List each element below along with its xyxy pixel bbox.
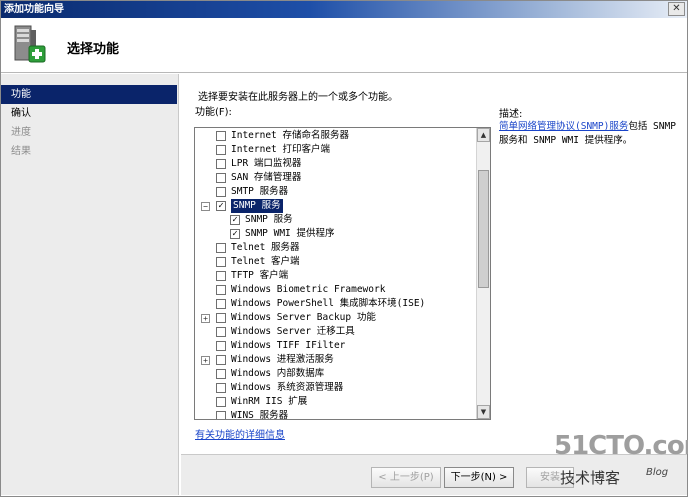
step-results: 结果 [11, 146, 31, 157]
feature-row[interactable]: Telnet 服务器 [195, 241, 475, 255]
feature-checkbox[interactable]: ✓ [216, 201, 226, 211]
add-features-wizard-window: 添加功能向导 ✕ 选择功能 功能 确认 进度 结果 选择要安装在此服务器上的一个… [0, 0, 688, 497]
feature-checkbox[interactable]: ✓ [230, 215, 240, 225]
feature-label: Internet 存储命名服务器 [231, 130, 349, 141]
feature-checkbox[interactable] [216, 341, 226, 351]
install-button[interactable]: 安装 [526, 467, 574, 488]
feature-row[interactable]: Windows TIFF IFilter [195, 339, 475, 353]
step-progress: 进度 [11, 127, 31, 138]
feature-label: LPR 端口监视器 [231, 158, 302, 169]
feature-checkbox[interactable] [216, 145, 226, 155]
description-text: 简单网络管理协议(SNMP)服务包括 SNMP 服务和 SNMP WMI 提供程… [499, 120, 677, 148]
feature-label: Windows 进程激活服务 [231, 354, 334, 365]
feature-row[interactable]: + Windows Server Backup 功能 [195, 311, 475, 325]
feature-row[interactable]: Telnet 客户端 [195, 255, 475, 269]
feature-label: SMTP 服务器 [231, 186, 289, 197]
feature-label: Windows Server Backup 功能 [231, 312, 376, 323]
feature-label: Internet 打印客户端 [231, 144, 330, 155]
feature-label: Windows TIFF IFilter [231, 340, 346, 351]
step-features[interactable]: 功能 [1, 85, 177, 104]
feature-row[interactable]: ✓ SNMP WMI 提供程序 [195, 227, 475, 241]
feature-row[interactable]: SAN 存储管理器 [195, 171, 475, 185]
feature-label: Telnet 服务器 [231, 242, 300, 253]
features-scrollbar[interactable]: ▲ ▼ [476, 128, 490, 419]
scrollbar-thumb[interactable] [478, 170, 489, 288]
feature-row[interactable]: WINS 服务器 [195, 409, 475, 420]
previous-button[interactable]: < 上一步(P) [371, 467, 441, 488]
feature-row[interactable]: Windows 系统资源管理器 [195, 381, 475, 395]
more-info-link[interactable]: 有关功能的详细信息 [195, 426, 285, 441]
feature-row[interactable]: LPR 端口监视器 [195, 157, 475, 171]
feature-checkbox[interactable] [216, 173, 226, 183]
instruction-text: 选择要安装在此服务器上的一个或多个功能。 [198, 92, 398, 103]
feature-row[interactable]: SMTP 服务器 [195, 185, 475, 199]
feature-checkbox[interactable] [216, 397, 226, 407]
page-title: 选择功能 [67, 42, 120, 57]
feature-row[interactable]: TFTP 客户端 [195, 269, 475, 283]
feature-label: TFTP 客户端 [231, 270, 289, 281]
feature-checkbox[interactable] [216, 411, 226, 419]
feature-checkbox[interactable] [216, 355, 226, 365]
window-title: 添加功能向导 [4, 4, 64, 15]
feature-row[interactable]: Internet 存储命名服务器 [195, 129, 475, 143]
feature-checkbox[interactable] [216, 327, 226, 337]
expand-icon[interactable]: + [201, 356, 210, 365]
feature-checkbox[interactable] [216, 159, 226, 169]
feature-label: SNMP 服务 [231, 199, 283, 213]
feature-row[interactable]: WinRM IIS 扩展 [195, 395, 475, 409]
feature-row[interactable]: Windows 内部数据库 [195, 367, 475, 381]
feature-label: WinRM IIS 扩展 [231, 396, 308, 407]
next-button[interactable]: 下一步(N) > [444, 467, 514, 488]
feature-checkbox[interactable] [216, 299, 226, 309]
feature-row[interactable]: Windows Biometric Framework [195, 283, 475, 297]
title-bar: 添加功能向导 ✕ [1, 1, 687, 18]
feature-label: SNMP 服务 [245, 214, 293, 225]
feature-row[interactable]: − ✓ SNMP 服务 [195, 199, 475, 213]
feature-checkbox[interactable]: ✓ [230, 229, 240, 239]
feature-checkbox[interactable] [216, 285, 226, 295]
wizard-steps-sidebar: 功能 确认 进度 结果 [1, 74, 179, 495]
feature-row[interactable]: ✓ SNMP 服务 [195, 213, 475, 227]
close-button[interactable]: ✕ [668, 2, 685, 16]
scroll-up-icon[interactable]: ▲ [477, 128, 490, 142]
feature-label: Telnet 客户端 [231, 256, 300, 267]
description-label: 描述: [499, 109, 523, 120]
feature-label: SNMP WMI 提供程序 [245, 228, 335, 239]
server-add-icon [14, 25, 46, 63]
feature-checkbox[interactable] [216, 243, 226, 253]
feature-row[interactable]: Windows PowerShell 集成脚本环境(ISE) [195, 297, 475, 311]
feature-checkbox[interactable] [216, 383, 226, 393]
feature-checkbox[interactable] [216, 257, 226, 267]
feature-label: Windows 系统资源管理器 [231, 382, 344, 393]
feature-checkbox[interactable] [216, 131, 226, 141]
main-content: 选择要安装在此服务器上的一个或多个功能。 功能(F): WINS 服务器 WinR… [181, 74, 687, 454]
feature-label: WINS 服务器 [231, 410, 289, 420]
feature-checkbox[interactable] [216, 187, 226, 197]
feature-row[interactable]: + Windows 进程激活服务 [195, 353, 475, 367]
scroll-down-icon[interactable]: ▼ [477, 405, 490, 419]
features-list-label: 功能(F): [195, 107, 232, 118]
wizard-footer: < 上一步(P) 下一步(N) > 安装 [181, 454, 687, 495]
feature-label: SAN 存储管理器 [231, 172, 302, 183]
description-link[interactable]: 简单网络管理协议(SNMP)服务 [499, 121, 628, 132]
feature-label: Windows Server 迁移工具 [231, 326, 355, 337]
feature-checkbox[interactable] [216, 369, 226, 379]
step-confirmation[interactable]: 确认 [1, 104, 178, 123]
feature-label: Windows Biometric Framework [231, 284, 386, 295]
feature-checkbox[interactable] [216, 313, 226, 323]
collapse-icon[interactable]: − [201, 202, 210, 211]
features-list[interactable]: WINS 服务器 WinRM IIS 扩展 Windows 系统资源管理器 Windo… [194, 127, 491, 420]
feature-label: Windows 内部数据库 [231, 368, 325, 379]
wizard-header: 选择功能 [1, 18, 687, 73]
feature-row[interactable]: Internet 打印客户端 [195, 143, 475, 157]
expand-icon[interactable]: + [201, 314, 210, 323]
feature-label: Windows PowerShell 集成脚本环境(ISE) [231, 298, 426, 309]
feature-row[interactable]: Windows Server 迁移工具 [195, 325, 475, 339]
feature-checkbox[interactable] [216, 271, 226, 281]
